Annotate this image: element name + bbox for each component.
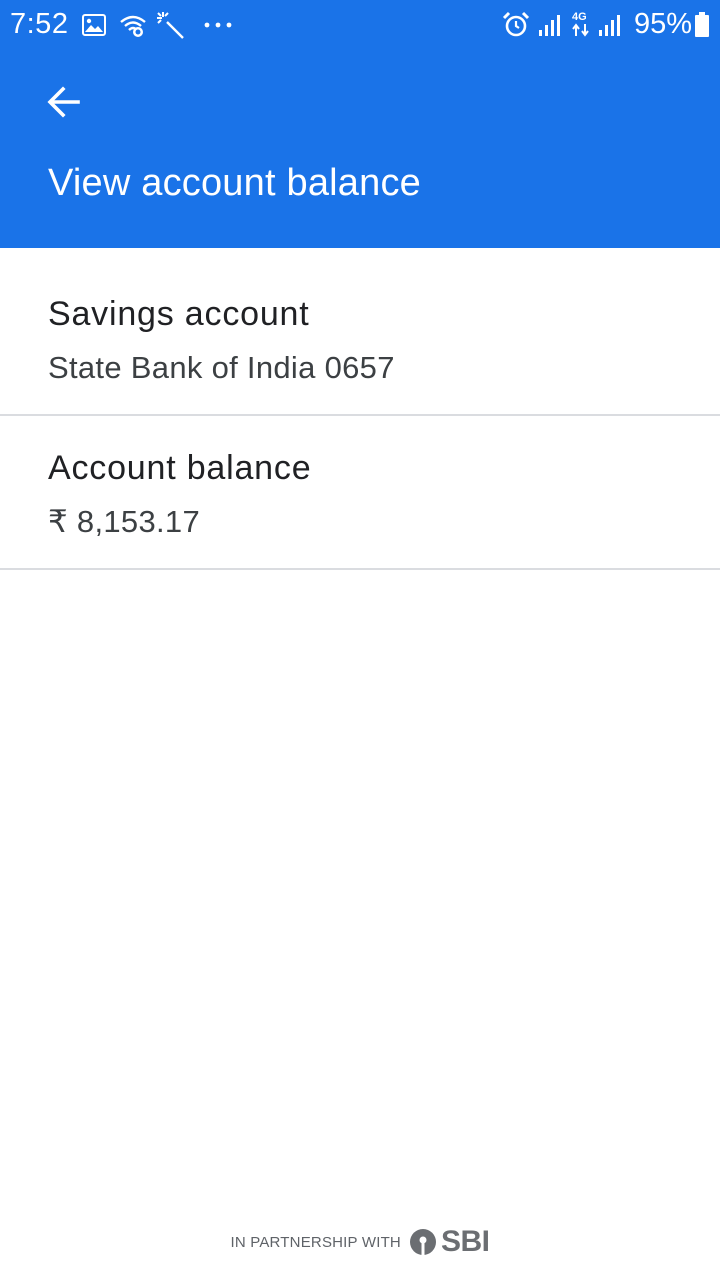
arrow-back-icon [47,85,81,124]
more-dots-icon [204,0,232,50]
magic-wand-icon [155,0,185,50]
balance-value: ₹ 8,153.17 [48,504,201,539]
alarm-icon [502,0,530,50]
balance-info-row: Account balance ₹ 8,153.17 [0,418,720,570]
app-bar: View account balance [0,50,720,248]
sbi-logo-text: SBI [440,1225,490,1258]
battery-icon [694,0,710,50]
signal-icon [598,0,624,50]
back-button[interactable] [32,72,96,136]
balance-label: Account balance [48,449,312,487]
battery-percent: 95% [634,8,693,40]
wifi-icon [119,0,147,50]
partnership-footer: IN PARTNERSHIP WITH SBI [0,1222,720,1262]
sbi-logo: SBI [409,1225,490,1259]
status-bar: 7:52 4G 95% [0,0,720,50]
bank-account-detail: State Bank of India 0657 [48,350,395,385]
partnership-text: IN PARTNERSHIP WITH [230,1233,401,1251]
account-type-label: Savings account [48,295,310,333]
signal-icon [538,0,564,50]
image-icon [82,0,106,50]
status-time: 7:52 [10,8,69,40]
sbi-emblem-icon [409,1229,436,1256]
data-arrows-icon [572,10,590,50]
account-info-row: Savings account State Bank of India 0657 [0,264,720,416]
screen: 7:52 4G 95% View account balance Savings… [0,0,720,1280]
page-title: View account balance [48,162,421,204]
